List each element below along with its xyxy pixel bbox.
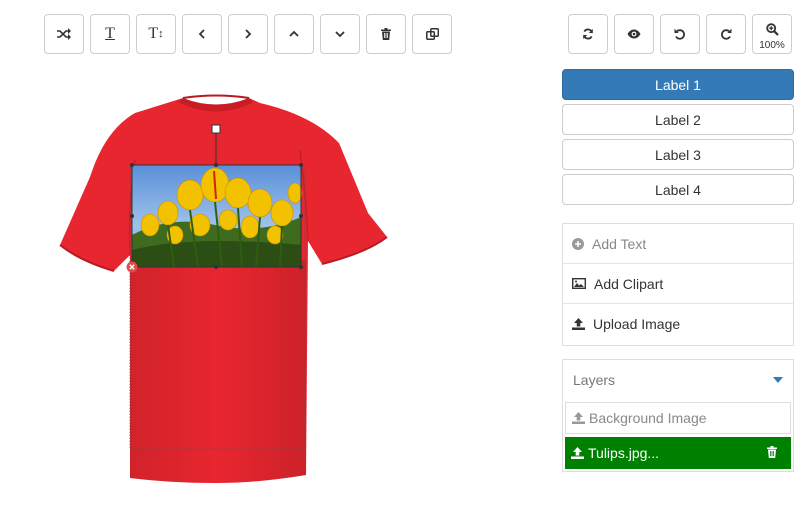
- label-1-text: Label 1: [655, 76, 701, 93]
- label-4-text: Label 4: [655, 181, 701, 198]
- layer-background-label: Background Image: [589, 410, 707, 426]
- move-right-button[interactable]: [228, 14, 268, 54]
- text-size-mark: ↕: [158, 28, 164, 40]
- trash-icon: [381, 28, 391, 40]
- layers-panel: Layers Background Image Tulips.jpg...: [562, 359, 794, 472]
- add-clipart-label: Add Clipart: [594, 275, 664, 292]
- move-down-button[interactable]: [320, 14, 360, 54]
- delete-button[interactable]: [366, 14, 406, 54]
- preview-button[interactable]: [614, 14, 654, 54]
- chevron-down-icon: [335, 31, 345, 38]
- label-button-3[interactable]: Label 3: [562, 139, 794, 170]
- text-icon: T: [105, 25, 115, 42]
- picture-icon: [572, 278, 586, 289]
- chevron-left-icon: [198, 29, 205, 39]
- redo-button[interactable]: [706, 14, 746, 54]
- tshirt-canvas-svg: [59, 94, 388, 483]
- undo-button[interactable]: [660, 14, 700, 54]
- move-up-button[interactable]: [274, 14, 314, 54]
- move-left-button[interactable]: [182, 14, 222, 54]
- text-size-icon: T ↕: [148, 26, 163, 42]
- label-button-4[interactable]: Label 4: [562, 174, 794, 205]
- undo-icon: [674, 28, 685, 40]
- duplicate-icon: [425, 27, 439, 40]
- chevron-right-icon: [245, 29, 252, 39]
- refresh-icon: [583, 28, 593, 40]
- add-clipart-item[interactable]: Add Clipart: [563, 264, 793, 304]
- layer-tulips-label: Tulips.jpg...: [588, 445, 660, 461]
- upload-icon: [572, 318, 585, 330]
- add-text-item[interactable]: Add Text: [563, 224, 793, 264]
- zoom-level: 100%: [759, 40, 785, 51]
- upload-image-item[interactable]: Upload Image: [563, 304, 793, 344]
- layer-background-image[interactable]: Background Image: [565, 402, 791, 434]
- shuffle-button[interactable]: [44, 14, 84, 54]
- eye-icon: [627, 29, 641, 39]
- design-canvas[interactable]: [50, 85, 395, 490]
- upload-image-label: Upload Image: [593, 316, 681, 332]
- layer-tulips-image[interactable]: Tulips.jpg...: [565, 437, 791, 469]
- upload-icon: [571, 447, 584, 459]
- layers-title: Layers: [573, 372, 616, 388]
- add-text-tool-button[interactable]: T: [90, 14, 130, 54]
- refresh-button[interactable]: [568, 14, 608, 54]
- zoom-in-icon: [765, 22, 779, 36]
- tulips-image: [132, 165, 303, 268]
- delete-element-handle[interactable]: [126, 261, 138, 273]
- label-3-text: Label 3: [655, 146, 701, 163]
- label-2-text: Label 2: [655, 111, 701, 128]
- text-size-glyph: T: [148, 25, 159, 42]
- duplicate-button[interactable]: [412, 14, 452, 54]
- chevron-up-icon: [289, 30, 299, 37]
- layers-header[interactable]: Layers: [563, 360, 793, 400]
- zoom-button[interactable]: 100%: [752, 14, 792, 54]
- trash-icon[interactable]: [767, 446, 777, 458]
- label-button-2[interactable]: Label 2: [562, 104, 794, 135]
- rotate-handle[interactable]: [211, 124, 221, 134]
- add-elements-panel: Add Text Add Clipart Upload Image: [562, 223, 794, 346]
- upload-icon: [572, 412, 585, 424]
- text-size-button[interactable]: T ↕: [136, 14, 176, 54]
- label-button-1[interactable]: Label 1: [562, 69, 794, 100]
- redo-icon: [721, 28, 732, 40]
- shuffle-icon: [57, 28, 71, 40]
- add-text-label: Add Text: [592, 235, 647, 252]
- caret-down-icon: [773, 377, 783, 383]
- plus-circle-icon: [572, 237, 584, 250]
